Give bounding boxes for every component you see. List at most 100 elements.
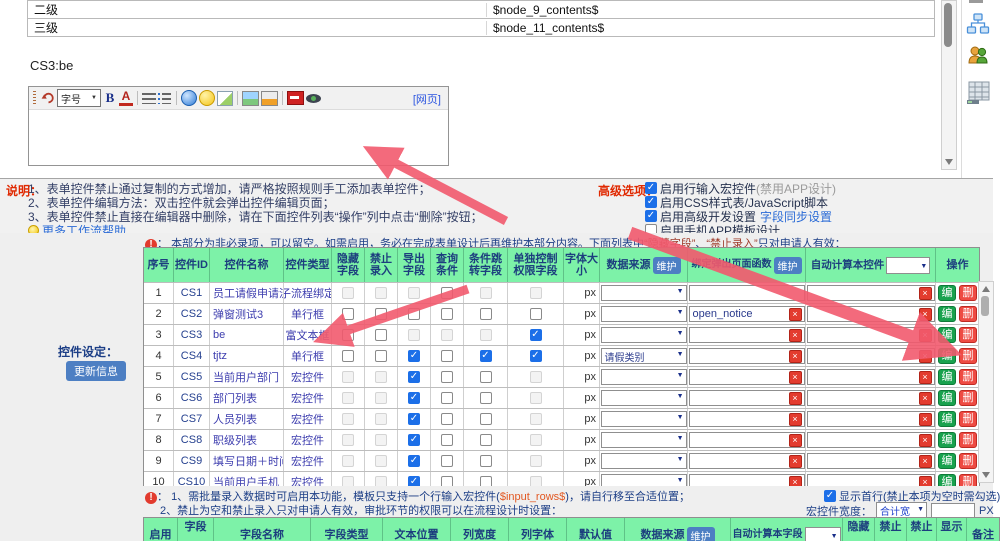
option-checkbox[interactable] [645, 182, 657, 194]
clear-icon[interactable]: × [789, 392, 802, 405]
hide-field-checkbox[interactable] [342, 350, 354, 362]
export-field-checkbox[interactable] [408, 371, 420, 383]
data-source-select[interactable]: 请假类别▼ [601, 348, 687, 364]
hide-field-checkbox[interactable] [342, 329, 354, 341]
clear-icon[interactable]: × [919, 455, 932, 468]
data-source-select[interactable]: ▼ [601, 306, 687, 322]
clear-icon[interactable]: × [919, 287, 932, 300]
no-input-checkbox[interactable] [375, 350, 387, 362]
toolbar-grip-icon[interactable] [33, 91, 36, 106]
separate-permission-checkbox[interactable] [530, 329, 542, 341]
undo-icon[interactable] [41, 90, 55, 106]
page-function-input[interactable]: × [689, 348, 805, 364]
export-field-checkbox[interactable] [408, 392, 420, 404]
export-field-checkbox[interactable] [408, 434, 420, 446]
data-source-select[interactable]: ▼ [601, 432, 687, 448]
webpage-mode-link[interactable]: [网页] [413, 91, 441, 107]
scroll-up-icon[interactable] [982, 286, 990, 292]
save-image-icon[interactable] [261, 91, 278, 106]
media-icon[interactable] [287, 91, 304, 105]
export-field-checkbox[interactable] [408, 455, 420, 467]
clear-icon[interactable]: × [789, 371, 802, 384]
delete-button[interactable]: 删 [959, 327, 977, 343]
auto-calc-input[interactable]: × [807, 327, 935, 343]
maintain-button[interactable]: 维护 [653, 257, 681, 274]
scroll-down-icon[interactable] [945, 159, 953, 165]
scrollbar-thumb[interactable] [944, 3, 952, 47]
page-function-input[interactable] [689, 285, 805, 301]
emoticon-icon[interactable] [199, 90, 215, 106]
clear-icon[interactable]: × [919, 413, 932, 426]
clear-icon[interactable]: × [789, 308, 802, 321]
auto-calc-input[interactable]: × [807, 369, 935, 385]
clear-icon[interactable]: × [789, 350, 802, 363]
delete-button[interactable]: 删 [959, 306, 977, 322]
page-function-input[interactable]: × [689, 390, 805, 406]
page-function-input[interactable]: × [689, 369, 805, 385]
query-condition-checkbox[interactable] [441, 287, 453, 299]
query-condition-checkbox[interactable] [441, 413, 453, 425]
query-condition-checkbox[interactable] [441, 350, 453, 362]
maintain-button[interactable]: 维护 [687, 527, 715, 541]
clear-icon[interactable]: × [919, 329, 932, 342]
scrollbar-thumb[interactable] [981, 296, 989, 316]
condition-jump-checkbox[interactable] [480, 455, 492, 467]
export-field-checkbox[interactable] [408, 413, 420, 425]
user-group-icon[interactable] [967, 44, 989, 69]
auto-calc-input[interactable]: × [807, 285, 935, 301]
edit-box-icon[interactable] [217, 91, 233, 106]
clear-icon[interactable]: × [789, 455, 802, 468]
scroll-down-icon[interactable] [982, 472, 990, 478]
auto-calc-input[interactable]: × [807, 390, 935, 406]
editor-body[interactable] [29, 110, 448, 165]
auto-calc-input[interactable]: × [807, 453, 935, 469]
query-condition-checkbox[interactable] [441, 308, 453, 320]
page-function-input[interactable]: × [689, 453, 805, 469]
show-first-row-checkbox[interactable] [824, 490, 836, 502]
clear-icon[interactable]: × [919, 350, 932, 363]
query-condition-checkbox[interactable] [441, 434, 453, 446]
data-grid-icon[interactable] [966, 80, 992, 109]
org-chart-icon[interactable] [966, 12, 990, 39]
delete-button[interactable]: 删 [959, 453, 977, 469]
data-source-select[interactable]: ▼ [601, 369, 687, 385]
clear-icon[interactable]: × [789, 413, 802, 426]
auto-calc-input[interactable]: × [807, 432, 935, 448]
page-function-input[interactable]: × [689, 411, 805, 427]
query-condition-checkbox[interactable] [441, 392, 453, 404]
clear-icon[interactable]: × [789, 329, 802, 342]
delete-button[interactable]: 删 [959, 411, 977, 427]
delete-button[interactable]: 删 [959, 390, 977, 406]
separate-permission-checkbox[interactable] [530, 350, 542, 362]
edit-button[interactable]: 编 [938, 369, 956, 385]
auto-calc-input[interactable]: × [807, 306, 935, 322]
condition-jump-checkbox[interactable] [480, 392, 492, 404]
update-info-button[interactable]: 更新信息 [66, 361, 126, 381]
edit-button[interactable]: 编 [938, 390, 956, 406]
page-scrollbar[interactable] [941, 0, 957, 170]
no-input-checkbox[interactable] [375, 329, 387, 341]
option-checkbox[interactable] [645, 210, 657, 222]
edit-button[interactable]: 编 [938, 348, 956, 364]
clear-icon[interactable]: × [919, 392, 932, 405]
edit-button[interactable]: 编 [938, 411, 956, 427]
clear-icon[interactable]: × [789, 434, 802, 447]
delete-button[interactable]: 删 [959, 432, 977, 448]
condition-jump-checkbox[interactable] [480, 434, 492, 446]
data-source-select[interactable]: ▼ [601, 453, 687, 469]
query-condition-checkbox[interactable] [441, 371, 453, 383]
clear-icon[interactable]: × [919, 371, 932, 384]
maintain-button[interactable]: 维护 [774, 257, 802, 274]
edit-button[interactable]: 编 [938, 453, 956, 469]
delete-button[interactable]: 删 [959, 369, 977, 385]
table-scrollbar[interactable] [978, 281, 994, 483]
edit-button[interactable]: 编 [938, 306, 956, 322]
delete-button[interactable]: 删 [959, 348, 977, 364]
globe-icon[interactable] [181, 90, 197, 106]
rich-text-editor[interactable]: 字号▼BA [网页] [28, 86, 449, 166]
align-icon[interactable] [142, 93, 156, 104]
clear-icon[interactable]: × [919, 434, 932, 447]
list-icon[interactable] [158, 93, 172, 104]
separate-permission-checkbox[interactable] [530, 308, 542, 320]
edit-button[interactable]: 编 [938, 327, 956, 343]
